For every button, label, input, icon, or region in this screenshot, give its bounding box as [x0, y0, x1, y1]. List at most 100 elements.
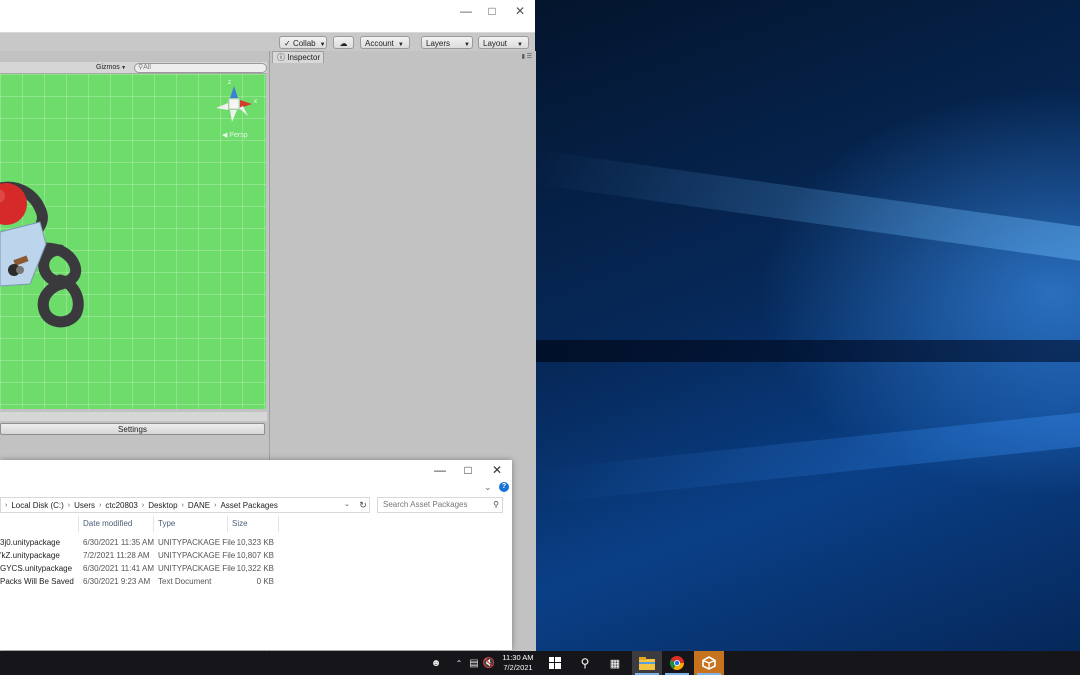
column-type[interactable]: Type	[154, 516, 228, 532]
chevron-down-icon: ▼	[464, 42, 470, 48]
scene-objects: z x	[0, 80, 257, 328]
file-date: 7/2/2021 11:28 AM	[83, 551, 150, 560]
chevron-down-icon: ▼	[517, 42, 523, 48]
file-row[interactable]: 3j0.unitypackage 6/30/2021 11:35 AM UNIT…	[0, 536, 512, 549]
chevron-right-icon: ›	[5, 501, 8, 509]
minimize-button[interactable]: —	[452, 0, 480, 22]
track-loop-lower	[37, 274, 84, 328]
column-date-modified[interactable]: Date modified	[79, 516, 154, 532]
file-list-header: Date modified Type Size	[0, 516, 512, 532]
cloud-button[interactable]: ☁	[333, 36, 354, 49]
breadcrumb-user[interactable]: ctc20803	[105, 501, 137, 510]
info-icon: ⓘ	[277, 53, 285, 62]
file-row[interactable]: Packs Will Be Saved 6/30/2021 9:23 AM Te…	[0, 575, 512, 588]
file-row[interactable]: GYCS.unitypackage 6/30/2021 11:41 AM UNI…	[0, 562, 512, 575]
clock[interactable]: 11:30 AM 7/2/2021	[497, 653, 539, 673]
refresh-button[interactable]: ↻	[356, 498, 370, 512]
file-date: 6/30/2021 11:35 AM	[83, 538, 155, 547]
maximize-button[interactable]: □	[453, 460, 483, 480]
task-view-button[interactable]: ▦	[600, 651, 630, 675]
layers-dropdown[interactable]: Layers ▼	[421, 36, 473, 49]
search-icon: ⚲	[580, 656, 590, 670]
column-name[interactable]	[0, 516, 79, 532]
inspector-tab[interactable]: ⓘ Inspector	[272, 51, 324, 63]
folder-icon	[639, 656, 655, 670]
task-view-icon: ▦	[609, 657, 621, 670]
layout-dropdown[interactable]: Layout ▼	[478, 36, 529, 49]
breadcrumb-dane[interactable]: DANE	[188, 501, 210, 510]
cloud-icon: ☁	[339, 39, 348, 48]
network-icon[interactable]: ▤	[467, 651, 481, 675]
scene-toolbar: Gizmos ▼ ⚲All	[0, 62, 267, 74]
address-history-dropdown[interactable]: ⌄	[344, 500, 350, 508]
breadcrumb-desktop[interactable]: Desktop	[148, 501, 177, 510]
expand-ribbon-icon[interactable]: ⌄	[484, 482, 492, 493]
chevron-right-icon: ›	[67, 501, 71, 509]
scene-search-input[interactable]: ⚲All	[134, 63, 267, 73]
chevron-down-icon: ▼	[319, 42, 326, 48]
breadcrumb-asset-packages[interactable]: Asset Packages	[220, 501, 277, 510]
people-icon[interactable]: ☻	[428, 651, 444, 675]
collab-label: Collab	[292, 39, 316, 48]
lock-icon[interactable]: ▮ ☰	[522, 53, 532, 60]
close-button[interactable]: ✕	[482, 460, 512, 480]
file-name: Packs Will Be Saved	[0, 577, 74, 586]
start-button[interactable]	[540, 651, 570, 675]
file-size: 10,323 KB	[236, 538, 274, 547]
clock-time: 11:30 AM	[502, 653, 534, 662]
breadcrumb-local-disk[interactable]: Local Disk (C:)	[11, 501, 63, 510]
gizmos-dropdown[interactable]: Gizmos ▼	[96, 63, 126, 73]
inspector-tab-label: Inspector	[287, 53, 321, 62]
chevron-down-icon: ▼	[119, 65, 127, 71]
file-date: 6/30/2021 11:41 AM	[83, 564, 155, 573]
layers-label: Layers	[426, 39, 451, 48]
account-label: Account	[365, 39, 394, 48]
persp-label[interactable]: ◀ Persp	[222, 131, 248, 139]
file-size: 10,807 KB	[236, 551, 274, 560]
chevron-right-icon: ›	[99, 501, 102, 509]
wheel-hub	[16, 266, 24, 274]
orientation-gizmo	[216, 86, 252, 122]
file-size: 10,322 KB	[236, 564, 274, 573]
unity-toolbar: ✓ Collab ▼ ☁ Account ▼ Layers ▼ Layout ▼	[0, 33, 535, 51]
search-placeholder: Search Asset Packages	[383, 500, 468, 509]
search-icon: ⚲	[493, 500, 499, 509]
file-name: GYCS.unitypackage	[0, 564, 73, 573]
settings-button[interactable]: Settings	[0, 423, 265, 435]
persp-icon: ◀	[222, 132, 228, 139]
axis-x-label: x	[254, 99, 257, 105]
chrome-taskbar-button[interactable]	[662, 651, 692, 675]
collab-button[interactable]: ✓ Collab ▼	[279, 36, 327, 49]
file-type: UNITYPACKAGE File	[158, 538, 236, 547]
chevron-right-icon: ›	[181, 501, 184, 509]
scene-search-placeholder: All	[143, 64, 151, 71]
chevron-right-icon: ›	[214, 501, 217, 509]
minimize-button[interactable]: —	[425, 460, 455, 480]
file-explorer-taskbar-button[interactable]	[632, 651, 662, 675]
search-input[interactable]: Search Asset Packages ⚲	[377, 497, 503, 513]
chevron-down-icon: ▼	[397, 42, 404, 48]
file-row[interactable]: 'kZ.unitypackage 7/2/2021 11:28 AM UNITY…	[0, 549, 512, 562]
column-size[interactable]: Size	[228, 516, 279, 532]
file-type: UNITYPACKAGE File	[158, 551, 236, 560]
maximize-button[interactable]: □	[478, 0, 506, 22]
file-type: UNITYPACKAGE File	[158, 564, 236, 573]
chevron-up-icon[interactable]: ⌃	[452, 651, 466, 675]
search-button[interactable]: ⚲	[570, 651, 600, 675]
axis-z-label: z	[228, 80, 231, 86]
scene-view[interactable]: z x ◀ Persp	[0, 74, 266, 409]
platform	[0, 221, 47, 287]
gizmos-label: Gizmos	[96, 64, 120, 71]
desktop-wallpaper	[535, 0, 1080, 651]
account-dropdown[interactable]: Account ▼	[360, 36, 410, 49]
file-size: 0 KB	[256, 577, 274, 586]
file-name: 3j0.unitypackage	[0, 538, 61, 547]
address-bar[interactable]: › Local Disk (C:) › Users › ctc20803 › D…	[0, 497, 370, 513]
volume-mute-icon[interactable]: 🔇	[482, 651, 496, 675]
unity-taskbar-button[interactable]	[694, 651, 724, 675]
breadcrumb-users[interactable]: Users	[74, 501, 95, 510]
persp-text: Persp	[229, 132, 248, 139]
help-icon[interactable]: ?	[499, 482, 509, 492]
close-button[interactable]: ✕	[506, 0, 534, 22]
file-date: 6/30/2021 9:23 AM	[83, 577, 151, 586]
